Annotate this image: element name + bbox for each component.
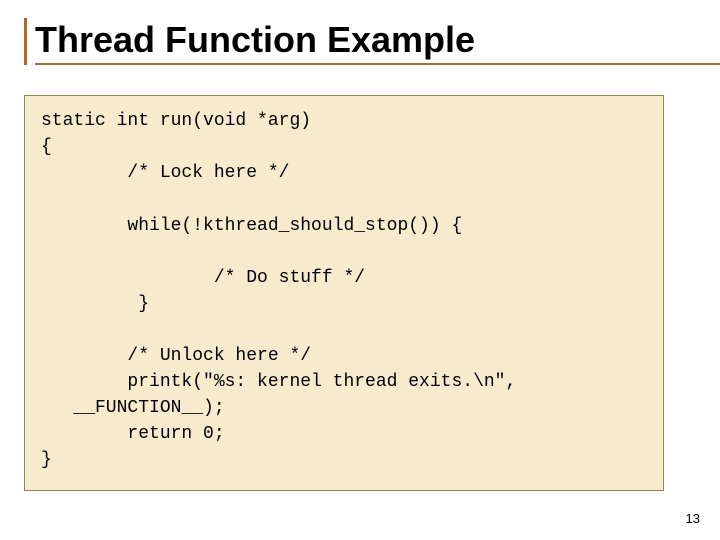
slide: Thread Function Example static int run(v…	[0, 0, 720, 540]
code-line: /* Do stuff */	[41, 268, 365, 288]
code-line: static int run(void *arg)	[41, 111, 311, 131]
title-underline: Thread Function Example	[35, 18, 720, 65]
code-line: return 0;	[41, 424, 225, 444]
slide-title: Thread Function Example	[35, 18, 475, 61]
code-line: {	[41, 137, 52, 157]
page-number: 13	[686, 511, 700, 526]
code-line: __FUNCTION__);	[41, 398, 225, 418]
code-block: static int run(void *arg) { /* Lock here…	[24, 95, 664, 490]
code-line: }	[41, 450, 52, 470]
code-line: }	[41, 294, 149, 314]
code-line: /* Lock here */	[41, 163, 289, 183]
title-wrap: Thread Function Example	[24, 18, 696, 65]
code-line: printk("%s: kernel thread exits.\n",	[41, 372, 516, 392]
code-line: while(!kthread_should_stop()) {	[41, 216, 462, 236]
code-line: /* Unlock here */	[41, 346, 311, 366]
